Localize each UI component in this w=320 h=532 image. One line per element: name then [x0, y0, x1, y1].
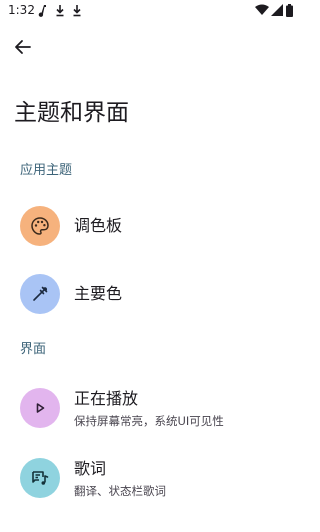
palette-title: 调色板: [74, 216, 123, 235]
palette-icon-circle: [20, 206, 60, 246]
music-note-icon: [38, 5, 46, 17]
signal-icon: [271, 4, 283, 16]
play-icon-circle: [20, 388, 60, 428]
lyrics-subtitle: 翻译、状态栏歌词: [74, 484, 166, 498]
back-button[interactable]: [10, 34, 36, 60]
download-icon-2: [73, 5, 81, 17]
play-icon: [36, 403, 45, 413]
settings-item-primary-color[interactable]: 主要色: [0, 264, 300, 324]
arrow-back-icon: [15, 40, 31, 54]
settings-item-palette[interactable]: 调色板: [0, 196, 300, 256]
settings-item-lyrics[interactable]: 歌词 翻译、状态栏歌词: [0, 446, 300, 510]
eyedropper-icon: [33, 286, 48, 301]
lyrics-icon-circle: [20, 458, 60, 498]
now-playing-title: 正在播放: [74, 389, 139, 408]
lyrics-title: 歌词: [74, 459, 107, 478]
palette-icon: [31, 217, 49, 235]
lyrics-icon: [32, 471, 49, 485]
eyedropper-icon-circle: [20, 274, 60, 314]
section-header-app-theme: 应用主题: [20, 163, 73, 178]
now-playing-subtitle: 保持屏幕常亮，系统UI可见性: [74, 414, 224, 428]
wifi-icon: [255, 4, 269, 15]
primary-color-title: 主要色: [74, 284, 123, 303]
status-bar: 1:32: [0, 0, 300, 24]
section-header-interface: 界面: [20, 342, 47, 357]
status-time: 1:32: [8, 3, 35, 17]
settings-item-now-playing[interactable]: 正在播放 保持屏幕常亮，系统UI可见性: [0, 376, 300, 440]
page-title: 主题和界面: [14, 100, 129, 126]
download-icon: [56, 5, 64, 17]
battery-icon: [286, 4, 293, 17]
